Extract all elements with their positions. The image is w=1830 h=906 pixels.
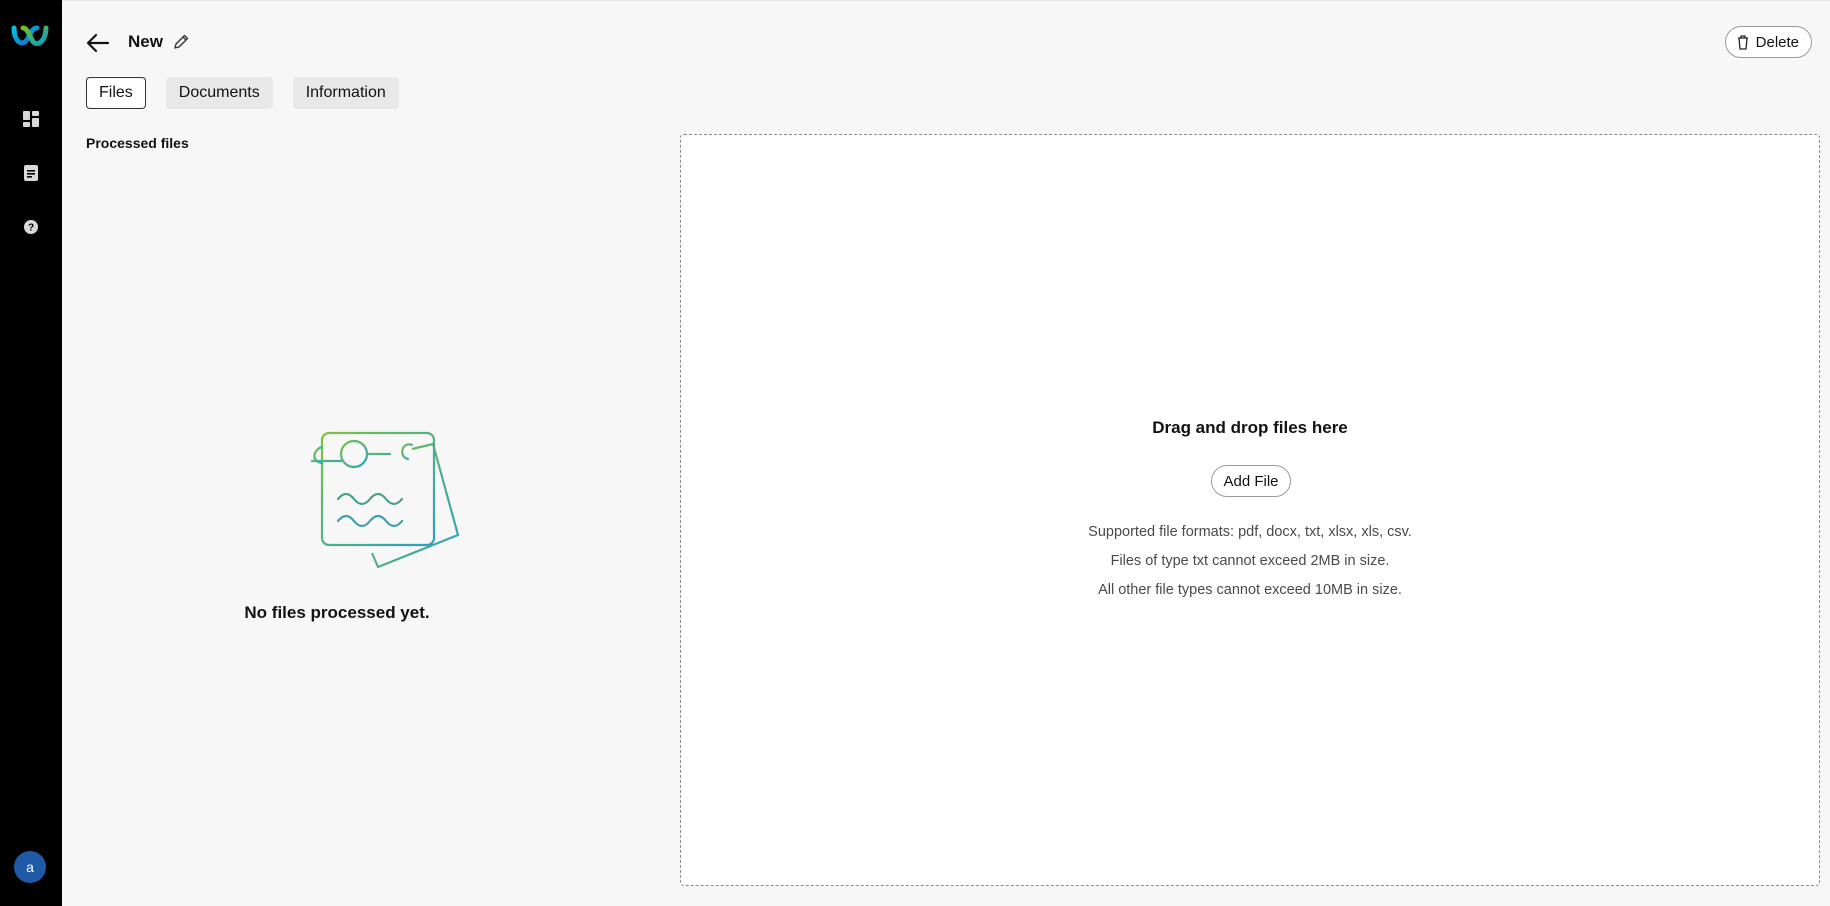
tab-bar: Files Documents Information bbox=[86, 77, 399, 109]
empty-state-message: No files processed yet. bbox=[244, 603, 430, 622]
dropzone-title: Drag and drop files here bbox=[1152, 418, 1348, 437]
main-content: New Delete Files Documents Information P… bbox=[62, 0, 1830, 906]
sidebar: ? a bbox=[0, 0, 62, 906]
dashboard-icon[interactable] bbox=[22, 110, 40, 128]
other-size-limit-text: All other file types cannot exceed 10MB … bbox=[1098, 582, 1402, 598]
supported-formats-text: Supported file formats: pdf, docx, txt, … bbox=[1088, 524, 1412, 540]
page-title: New bbox=[128, 32, 163, 51]
trash-icon bbox=[1737, 35, 1748, 50]
section-title: Processed files bbox=[86, 135, 189, 151]
empty-files-illustration bbox=[310, 431, 460, 569]
txt-size-limit-text: Files of type txt cannot exceed 2MB in s… bbox=[1110, 553, 1390, 569]
delete-label: Delete bbox=[1755, 33, 1799, 51]
help-icon[interactable]: ? bbox=[22, 218, 40, 236]
tab-information[interactable]: Information bbox=[292, 77, 399, 109]
webex-logo[interactable] bbox=[11, 22, 49, 50]
back-arrow-icon[interactable] bbox=[84, 29, 112, 57]
avatar[interactable]: a bbox=[14, 851, 46, 883]
svg-text:?: ? bbox=[28, 223, 34, 234]
tab-documents[interactable]: Documents bbox=[165, 77, 273, 109]
file-dropzone[interactable]: Drag and drop files here Add File Suppor… bbox=[680, 134, 1820, 886]
document-icon[interactable] bbox=[22, 164, 40, 182]
pencil-icon[interactable] bbox=[172, 33, 190, 51]
add-file-button[interactable]: Add File bbox=[1211, 465, 1291, 497]
delete-button[interactable]: Delete bbox=[1724, 26, 1812, 58]
tab-files[interactable]: Files bbox=[86, 77, 146, 109]
